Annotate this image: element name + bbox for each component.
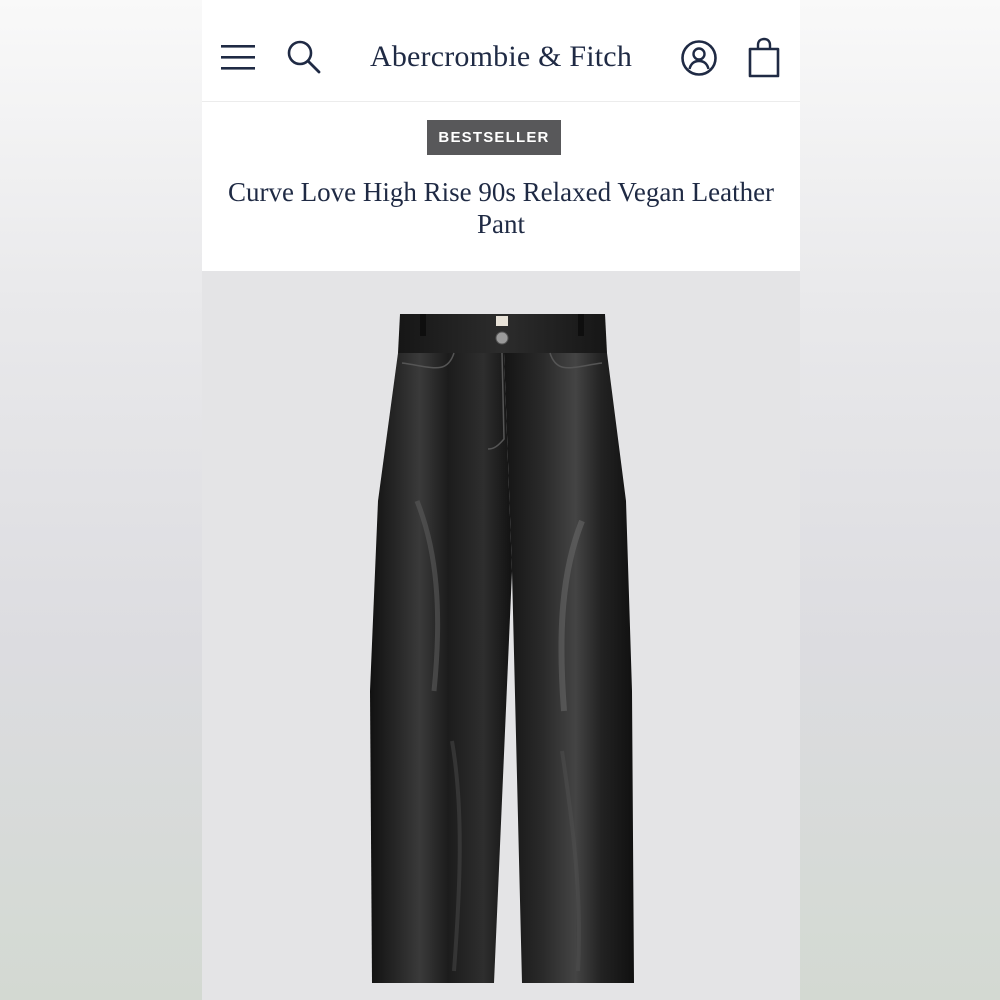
pants-right-leg: [504, 353, 634, 983]
bestseller-badge: BESTSELLER: [427, 120, 561, 155]
left-background: [0, 0, 202, 1000]
right-background: [800, 0, 1000, 1000]
account-icon[interactable]: [680, 39, 718, 77]
product-title: Curve Love High Rise 90s Relaxed Vegan L…: [227, 177, 775, 239]
search-icon[interactable]: [286, 39, 322, 75]
product-page: Abercrombie & Fitch BESTSELLER Curve Lov…: [202, 0, 800, 1000]
shopping-bag-icon[interactable]: [747, 37, 781, 79]
pants-left-leg: [370, 353, 512, 983]
product-image[interactable]: [202, 271, 800, 1000]
brand-logo[interactable]: Abercrombie & Fitch: [352, 40, 650, 74]
hamburger-menu-icon[interactable]: [221, 42, 257, 72]
site-header: Abercrombie & Fitch: [202, 0, 800, 102]
